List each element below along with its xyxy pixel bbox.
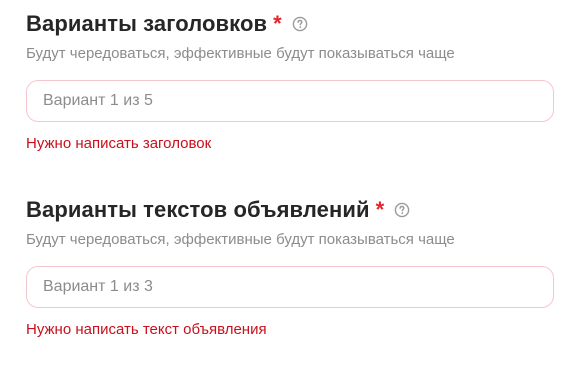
texts-required-mark: * <box>375 197 385 222</box>
headlines-title: Варианты заголовков <box>26 11 268 36</box>
texts-title: Варианты текстов объявлений <box>26 197 370 222</box>
headline-input-wrapper[interactable] <box>26 80 554 122</box>
text-input-wrapper[interactable] <box>26 266 554 308</box>
headlines-error: Нужно написать заголовок <box>26 135 212 152</box>
texts-error: Нужно написать текст объявления <box>26 321 267 338</box>
question-circle-icon[interactable] <box>394 202 410 218</box>
headlines-required-mark: * <box>273 11 282 36</box>
question-circle-icon[interactable] <box>292 16 308 32</box>
headlines-field: Варианты заголовков * Будут чередоваться… <box>26 8 554 154</box>
headlines-title-row: Варианты заголовков * <box>26 8 554 40</box>
headlines-hint: Будут чередоваться, эффективные будут по… <box>26 45 455 62</box>
text-input[interactable] <box>43 278 537 296</box>
headline-input[interactable] <box>43 92 537 110</box>
texts-field: Варианты текстов объявлений * Будут чере… <box>26 194 554 340</box>
texts-title-row: Варианты текстов объявлений * <box>26 194 554 226</box>
texts-hint: Будут чередоваться, эффективные будут по… <box>26 231 455 248</box>
